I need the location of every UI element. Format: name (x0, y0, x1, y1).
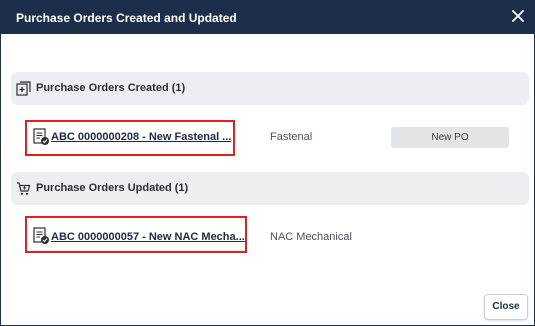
dialog-title: Purchase Orders Created and Updated (16, 11, 237, 25)
close-button[interactable]: Close (484, 294, 528, 320)
status-badge: New PO (391, 127, 509, 148)
purchase-order-icon (33, 227, 49, 244)
created-section-header: Purchase Orders Created (1) (11, 72, 529, 105)
vendor-name: NAC Mechanical (270, 231, 352, 243)
dialog-titlebar: Purchase Orders Created and Updated (1, 1, 534, 34)
list-item: ABC 0000000208 - New Fastenal ... Fasten… (1, 117, 534, 157)
po-link-updated[interactable]: ABC 0000000057 - New NAC Mecha... (51, 231, 245, 243)
purchase-order-icon (33, 128, 49, 145)
po-link-created[interactable]: ABC 0000000208 - New Fastenal ... (51, 131, 231, 143)
updated-section-label: Purchase Orders Updated (1) (36, 182, 189, 194)
close-icon[interactable] (509, 7, 527, 25)
add-document-icon (16, 81, 31, 96)
created-section-label: Purchase Orders Created (1) (36, 82, 186, 94)
updated-section-header: Purchase Orders Updated (1) (11, 172, 529, 205)
po-dialog: Purchase Orders Created and Updated Purc… (0, 0, 535, 326)
list-item: ABC 0000000057 - New NAC Mecha... NAC Me… (1, 214, 534, 254)
vendor-name: Fastenal (270, 131, 313, 143)
cart-icon (17, 182, 31, 195)
